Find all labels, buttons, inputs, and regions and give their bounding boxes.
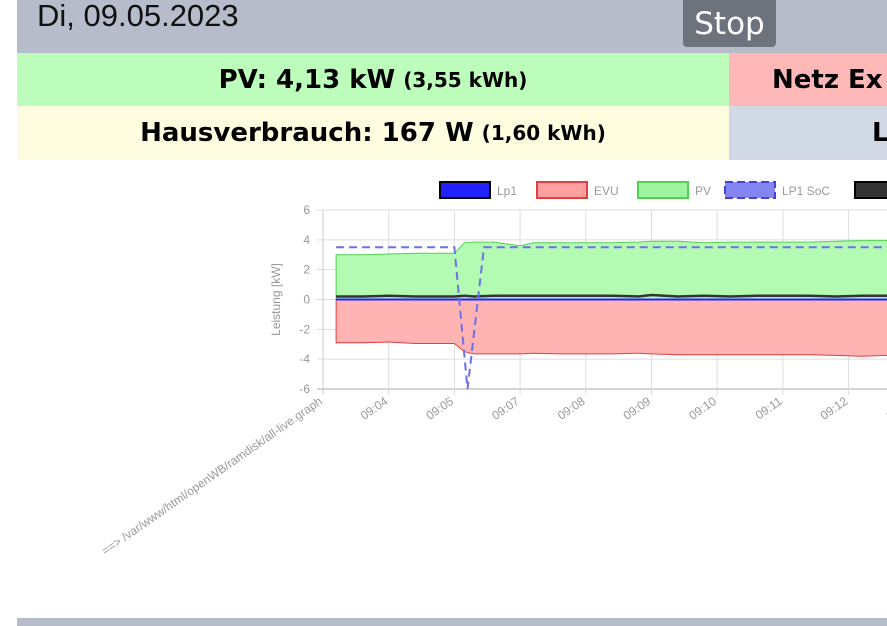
header-bar: Di, 09.05.2023 Stop [17, 0, 887, 53]
lp-tile: L [729, 106, 887, 160]
pv-energy: (3,55 kWh) [403, 67, 528, 92]
y-axis-label: Leistung [kW] [269, 263, 283, 336]
x-tick-label: 09:13 [883, 394, 887, 423]
netz-tile: Netz Ex [729, 53, 887, 106]
x-tick-label: 09:04 [358, 394, 391, 423]
netz-label: Netz Ex [772, 64, 883, 95]
x-tick-label: 09:10 [686, 394, 719, 423]
legend-label: PV [695, 184, 711, 198]
pv-power: PV: 4,13 kW [218, 64, 396, 95]
haus-energy: (1,60 kWh) [481, 121, 606, 145]
legend-swatch [536, 181, 588, 199]
y-tick-label: -4 [299, 352, 310, 366]
legend-swatch [637, 181, 689, 199]
evu-area [335, 299, 887, 357]
x-tick-label: 09:09 [621, 394, 654, 423]
x-tick-label: ==> /var/www/html/openWB/ramdisk/all-liv… [99, 394, 325, 558]
stop-button[interactable]: Stop [683, 0, 776, 47]
legend-label: Lp1 [497, 184, 517, 198]
y-tick-label: -6 [299, 382, 310, 396]
legend-swatch [854, 181, 887, 199]
lp-label: L [872, 118, 887, 148]
y-tick-label: 0 [303, 293, 310, 307]
y-tick-label: 6 [303, 203, 310, 217]
legend-label: LP1 SoC [782, 184, 830, 198]
x-tick-label: 09:08 [555, 394, 588, 423]
hausverbrauch-tile: Hausverbrauch: 167 W (1,60 kWh) [17, 106, 729, 160]
x-tick-label: 09:07 [489, 394, 522, 423]
y-tick-label: 2 [303, 263, 310, 277]
x-tick-label: 09:11 [753, 394, 785, 422]
pv-tile: PV: 4,13 kW (3,55 kWh) [17, 53, 729, 106]
y-tick-label: -2 [299, 322, 310, 336]
x-tick-label: 09:12 [818, 394, 851, 423]
legend-swatch [439, 181, 491, 199]
y-tick-label: 4 [303, 233, 310, 247]
x-tick-label: 09:05 [423, 394, 456, 423]
haus-power: Hausverbrauch: 167 W [140, 118, 474, 148]
legend-label: EVU [594, 184, 619, 198]
legend-swatch [724, 181, 776, 199]
pv-area [335, 240, 887, 300]
live-chart: 6 4 2 0 -2 -4 -6==> /var/www/html/openWB/ramdi… [99, 181, 887, 558]
footer-bar [17, 618, 887, 626]
date-label: Di, 09.05.2023 [37, 0, 239, 33]
